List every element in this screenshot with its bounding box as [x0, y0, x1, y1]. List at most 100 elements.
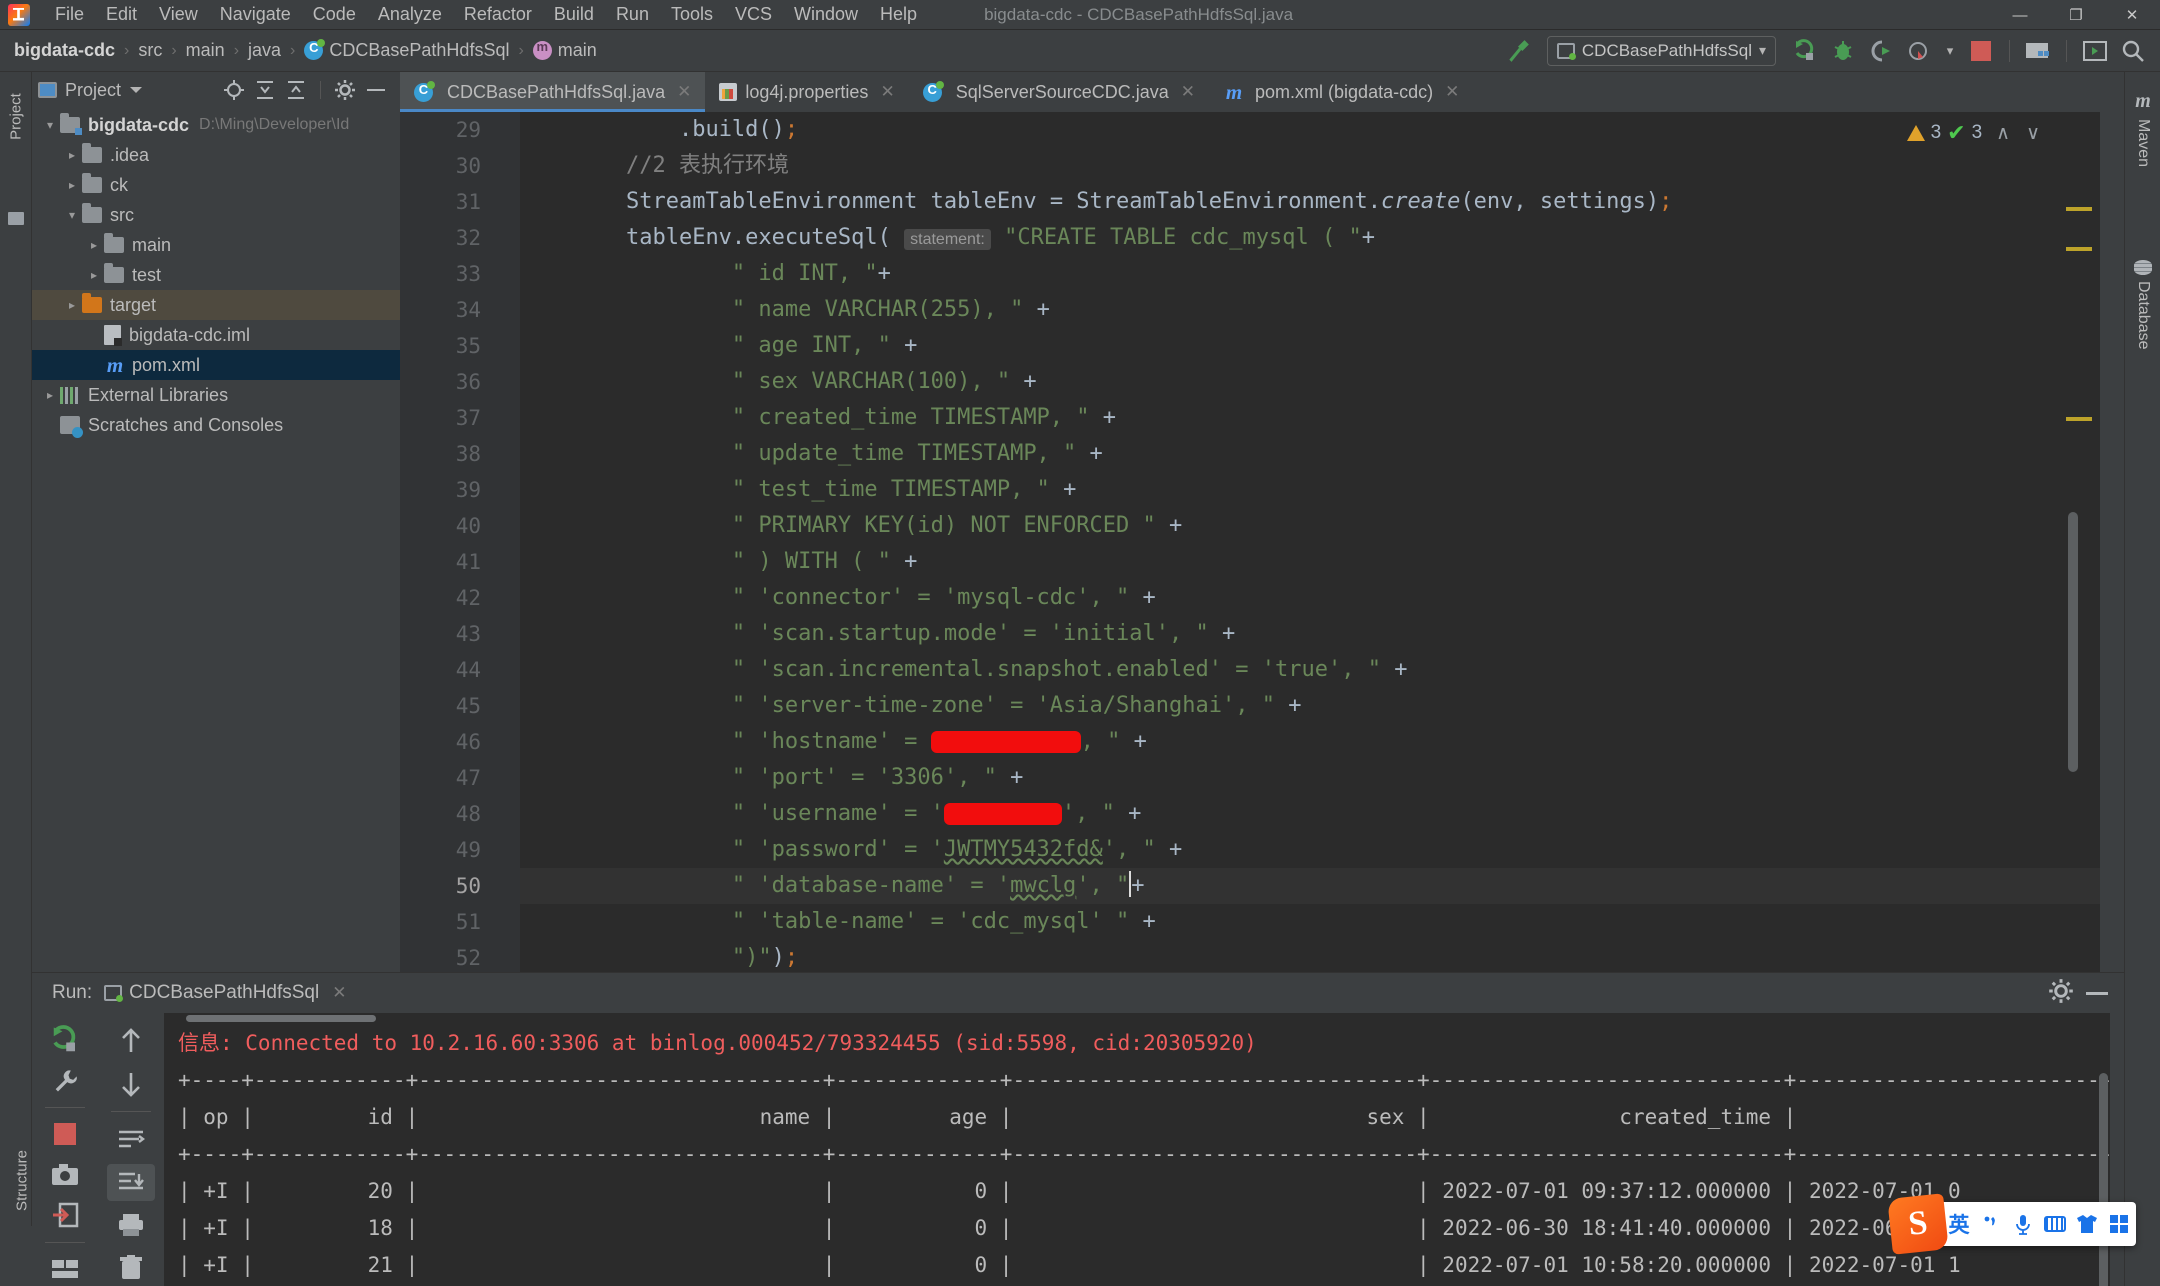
line-number[interactable]: 36	[400, 364, 495, 400]
expand-all-icon[interactable]	[251, 77, 279, 103]
run-tab[interactable]: CDCBasePathHdfsSql ✕	[104, 982, 346, 1004]
run-configuration-selector[interactable]: CDCBasePathHdfsSql ▾	[1546, 35, 1776, 66]
line-number[interactable]: 35	[400, 328, 495, 364]
menu-window[interactable]: Window	[783, 2, 869, 27]
line-number[interactable]: 52	[400, 940, 495, 972]
sogou-ime-toolbar[interactable]: S 英	[1887, 1193, 2136, 1255]
line-number[interactable]: 51	[400, 904, 495, 940]
export-icon[interactable]	[41, 1198, 89, 1233]
line-number[interactable]: 48	[400, 796, 495, 832]
menu-view[interactable]: View	[148, 2, 209, 27]
code-line[interactable]: " update_time TIMESTAMP, " +	[520, 436, 2100, 472]
minimize-button[interactable]: —	[1992, 0, 2048, 30]
tree-toggle-icon[interactable]	[62, 298, 82, 312]
hide-panel-icon[interactable]	[2086, 991, 2108, 995]
editor-vertical-scrollbar[interactable]	[2068, 512, 2078, 772]
breadcrumb-java[interactable]: java	[248, 40, 281, 61]
line-number[interactable]: 34	[400, 292, 495, 328]
profiler-dropdown-icon[interactable]: ▾	[1940, 36, 1960, 66]
code-line[interactable]: " ) WITH ( " +	[520, 544, 2100, 580]
tree-toggle-icon[interactable]	[84, 268, 104, 282]
stop-icon[interactable]	[41, 1117, 89, 1152]
scroll-to-end-icon[interactable]	[107, 1163, 155, 1201]
settings-gear-icon[interactable]	[2048, 978, 2074, 1009]
tree-node-bigdata-cdc-iml[interactable]: bigdata-cdc.iml	[32, 320, 400, 350]
scroll-down-icon[interactable]	[107, 1066, 155, 1103]
console-horizontal-scrollbar[interactable]	[186, 1015, 376, 1022]
folder-icon[interactable]	[8, 212, 24, 225]
sogou-logo-icon[interactable]: S	[1887, 1193, 1949, 1255]
tree-toggle-icon[interactable]	[40, 388, 60, 402]
line-number[interactable]: 40	[400, 508, 495, 544]
layout-icon[interactable]	[41, 1251, 89, 1286]
line-number[interactable]: 43	[400, 616, 495, 652]
line-number[interactable]: 39	[400, 472, 495, 508]
breadcrumb-project[interactable]: bigdata-cdc	[14, 40, 115, 61]
previous-highlight-icon[interactable]: ∧	[1996, 122, 2010, 145]
wrench-settings-icon[interactable]	[41, 1064, 89, 1099]
microphone-icon[interactable]	[2008, 1209, 2038, 1239]
tree-toggle-icon[interactable]	[62, 208, 82, 222]
line-number[interactable]: 49	[400, 832, 495, 868]
code-line[interactable]: " 'database-name' = 'mwclg', "+	[520, 868, 2100, 904]
stop-icon[interactable]	[1964, 36, 1998, 66]
collapse-all-icon[interactable]	[282, 77, 310, 103]
code-folding-strip[interactable]	[495, 112, 520, 972]
search-everywhere-icon[interactable]	[2116, 36, 2150, 66]
tree-toggle-icon[interactable]	[62, 178, 82, 192]
strip-button-project[interactable]: Project	[8, 79, 25, 155]
line-number[interactable]: 50	[400, 868, 495, 904]
tree-node-scratches-and-consoles[interactable]: Scratches and Consoles	[32, 410, 400, 440]
tree-node--idea[interactable]: .idea	[32, 140, 400, 170]
line-number[interactable]: 38	[400, 436, 495, 472]
keyboard-icon[interactable]	[2040, 1209, 2070, 1239]
menu-run[interactable]: Run	[605, 2, 660, 27]
menu-refactor[interactable]: Refactor	[453, 2, 543, 27]
code-editor[interactable]: 29 30 31 32 33 34 35 36 37 38 39 40 41 42 43 44 45 46 47 48…	[400, 112, 2100, 972]
menu-file[interactable]: File	[44, 2, 95, 27]
code-line[interactable]: StreamTableEnvironment tableEnv = Stream…	[520, 184, 2100, 220]
punctuation-icon[interactable]	[1976, 1209, 2006, 1239]
code-line[interactable]: " 'hostname' = , " +	[520, 724, 2100, 760]
editor-marker[interactable]	[2066, 417, 2092, 421]
tree-node-bigdata-cdc[interactable]: bigdata-cdc D:\Ming\Developer\Id	[32, 110, 400, 140]
code-line[interactable]: " 'port' = '3306', " +	[520, 760, 2100, 796]
tree-node-test[interactable]: test	[32, 260, 400, 290]
close-button[interactable]: ✕	[2104, 0, 2160, 30]
line-number[interactable]: 30	[400, 148, 495, 184]
code-line[interactable]: " 'server-time-zone' = 'Asia/Shanghai', …	[520, 688, 2100, 724]
maximize-button[interactable]: ❐	[2048, 0, 2104, 30]
strip-button-database[interactable]: Database	[2125, 260, 2160, 350]
code-line[interactable]: " 'scan.startup.mode' = 'initial', " +	[520, 616, 2100, 652]
strip-button-maven[interactable]: m Maven	[2125, 90, 2160, 167]
code-line[interactable]: " 'password' = 'JWTMY5432fd&', " +	[520, 832, 2100, 868]
code-line[interactable]: " created_time TIMESTAMP, " +	[520, 400, 2100, 436]
line-number[interactable]: 33	[400, 256, 495, 292]
chevron-down-icon[interactable]	[130, 87, 143, 93]
line-number[interactable]: 41	[400, 544, 495, 580]
tree-node-src[interactable]: src	[32, 200, 400, 230]
editor-tab-pom-xml-bigdata-cdc-[interactable]: m pom.xml (bigdata-cdc) ✕	[1209, 72, 1473, 112]
debug-icon[interactable]	[1826, 36, 1860, 66]
terminal-icon[interactable]	[2078, 36, 2112, 66]
tree-toggle-icon[interactable]	[40, 118, 60, 132]
breadcrumb-method[interactable]: main	[532, 39, 597, 61]
inspection-widget[interactable]: 3 ✔ 3 ∧ ∨	[1906, 120, 2040, 146]
run-with-coverage-icon[interactable]	[1864, 36, 1898, 66]
code-line[interactable]: " 'table-name' = 'cdc_mysql' " +	[520, 904, 2100, 940]
profiler-icon[interactable]	[1902, 36, 1936, 66]
line-number[interactable]: 31	[400, 184, 495, 220]
line-number[interactable]: 42	[400, 580, 495, 616]
tree-toggle-icon[interactable]	[84, 238, 104, 252]
menu-edit[interactable]: Edit	[95, 2, 148, 27]
hide-panel-icon[interactable]	[362, 77, 390, 103]
code-line[interactable]: tableEnv.executeSql( statement: "CREATE …	[520, 220, 2100, 256]
tree-toggle-icon[interactable]	[62, 148, 82, 162]
breadcrumb-class[interactable]: CDCBasePathHdfsSql	[304, 39, 509, 61]
menu-vcs[interactable]: VCS	[724, 2, 783, 27]
toolbox-icon[interactable]	[2104, 1209, 2134, 1239]
print-icon[interactable]	[107, 1207, 155, 1244]
close-icon[interactable]: ✕	[1181, 82, 1195, 102]
console-vertical-scrollbar[interactable]	[2099, 1073, 2108, 1286]
menu-tools[interactable]: Tools	[660, 2, 724, 27]
